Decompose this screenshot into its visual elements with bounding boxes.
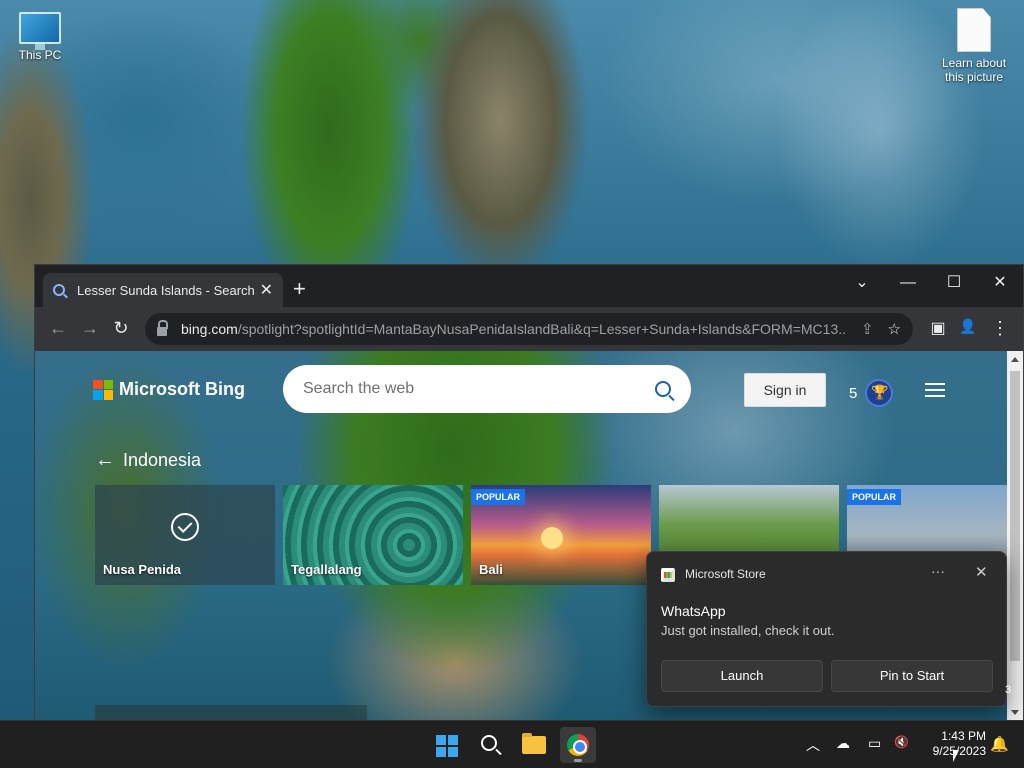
taskbar-search-button[interactable] [472, 727, 508, 763]
clock-time: 1:43 PM [941, 729, 986, 743]
windows-logo-icon [436, 735, 458, 757]
search-input[interactable] [303, 380, 655, 398]
taskbar-clock[interactable]: 1:43 PM 9/25/2023 [916, 729, 986, 759]
rewards-count: 5 [849, 384, 858, 402]
sign-in-button[interactable]: Sign in [744, 373, 826, 407]
desktop-icon-this-pc[interactable]: This PC [0, 12, 80, 62]
lock-icon [157, 319, 168, 336]
desktop-icon-label: This PC [18, 48, 62, 62]
search-box [283, 365, 691, 413]
address-url: bing.com/spotlight?spotlightId=MantaBayN… [181, 321, 847, 337]
folder-icon [522, 733, 546, 754]
back-to-indonesia[interactable]: ← Indonesia [95, 449, 201, 472]
search-icon [481, 735, 497, 751]
chrome-taskbar-button[interactable] [560, 727, 596, 763]
microsoft-store-icon [661, 568, 675, 582]
chrome-menu-icon[interactable]: ⋮ [989, 318, 1011, 339]
page-scrollbar[interactable] [1007, 351, 1023, 721]
tab-lesser-sunda-islands[interactable]: Lesser Sunda Islands - Search ✕ [43, 273, 283, 307]
file-explorer-button[interactable] [516, 727, 552, 763]
checkmark-icon [171, 513, 199, 541]
tab-close-icon[interactable]: ✕ [260, 280, 273, 300]
tab-title: Lesser Sunda Islands - Search [77, 282, 255, 298]
volume-muted-icon[interactable]: 🔇 [894, 735, 909, 749]
hamburger-menu-icon[interactable] [925, 383, 945, 401]
launch-button[interactable]: Launch [661, 660, 823, 692]
profile-icon[interactable]: 👤 [957, 318, 979, 335]
tab-strip: Lesser Sunda Islands - Search ✕ + ⌄ — ☐ … [35, 265, 1023, 307]
onedrive-icon[interactable]: ☁ [836, 735, 850, 752]
toast-title: WhatsApp [661, 603, 726, 619]
document-icon [957, 8, 991, 52]
back-button[interactable]: ← [47, 318, 69, 339]
toast-close-icon[interactable]: ✕ [975, 563, 988, 581]
computer-icon [19, 12, 61, 50]
card-nusa-penida[interactable]: Nusa Penida [95, 485, 275, 585]
card-label: Bali [479, 562, 503, 577]
maximize-button[interactable]: ☐ [931, 269, 977, 297]
address-bar[interactable]: bing.com/spotlight?spotlightId=MantaBayN… [145, 313, 913, 345]
taskbar: ︿ ☁ ▭ 🔇 1:43 PM 9/25/2023 🔔 [0, 720, 1024, 768]
active-indicator [574, 759, 582, 762]
arrow-left-icon: ← [95, 449, 115, 471]
minimize-button[interactable]: — [885, 269, 931, 297]
trophy-icon [865, 379, 894, 407]
scroll-down-icon[interactable] [1011, 710, 1019, 715]
mouse-cursor-icon [953, 750, 959, 762]
toast-app-name: Microsoft Store [685, 567, 766, 581]
url-host: bing.com [181, 321, 238, 337]
url-path: /spotlight?spotlightId=MantaBayNusaPenid… [237, 321, 847, 337]
reload-button[interactable]: ↻ [110, 318, 132, 339]
show-hidden-icons-chevron-icon[interactable]: ︿ [806, 735, 820, 755]
card-label: Tegallalang [291, 562, 362, 577]
tab-search-dropdown-icon[interactable]: ⌄ [839, 269, 885, 297]
more-options-icon[interactable]: ··· [931, 563, 945, 579]
popular-badge: POPULAR [471, 489, 526, 505]
bing-logo-text: Microsoft Bing [119, 379, 245, 399]
desktop-icon-learn-about-picture[interactable]: Learn about this picture [934, 8, 1014, 84]
partially-hidden-counter: 3 [1005, 684, 1012, 696]
toast-body: Just got installed, check it out. [661, 623, 835, 638]
notification-bell-icon[interactable]: 🔔 [990, 735, 1009, 753]
start-button[interactable] [428, 727, 464, 763]
bookmark-star-icon[interactable]: ☆ [888, 320, 901, 338]
section-title: Indonesia [123, 450, 202, 470]
card-bali[interactable]: POPULAR Bali [471, 485, 651, 585]
popular-badge: POPULAR [847, 489, 902, 505]
pin-to-start-button[interactable]: Pin to Start [831, 660, 993, 692]
new-tab-button[interactable]: + [293, 277, 306, 301]
scroll-up-icon[interactable] [1011, 357, 1019, 362]
card-tegallalang[interactable]: Tegallalang [283, 485, 463, 585]
display-icon[interactable]: ▭ [868, 735, 881, 752]
close-window-button[interactable]: ✕ [977, 269, 1023, 297]
browser-toolbar: ← → ↻ bing.com/spotlight?spotlightId=Man… [35, 307, 1023, 351]
clock-date: 9/25/2023 [932, 744, 986, 758]
side-panel-icon[interactable]: ▣ [927, 318, 949, 338]
store-notification-toast: Microsoft Store ··· ✕ WhatsApp Just got … [646, 551, 1007, 707]
rewards-button[interactable]: 5 [849, 379, 894, 407]
forward-button[interactable]: → [79, 318, 101, 339]
bing-logo[interactable]: Microsoft Bing [93, 379, 245, 400]
microsoft-logo-icon [93, 379, 113, 400]
search-favicon-icon [53, 284, 65, 296]
chrome-icon [567, 734, 589, 756]
desktop-icon-label: Learn about this picture [941, 56, 1007, 84]
scroll-thumb[interactable] [1010, 371, 1020, 661]
share-icon[interactable]: ⇪ [861, 320, 874, 338]
bottom-info-strip [95, 705, 367, 721]
search-icon[interactable] [655, 381, 671, 397]
card-label: Nusa Penida [103, 562, 182, 577]
